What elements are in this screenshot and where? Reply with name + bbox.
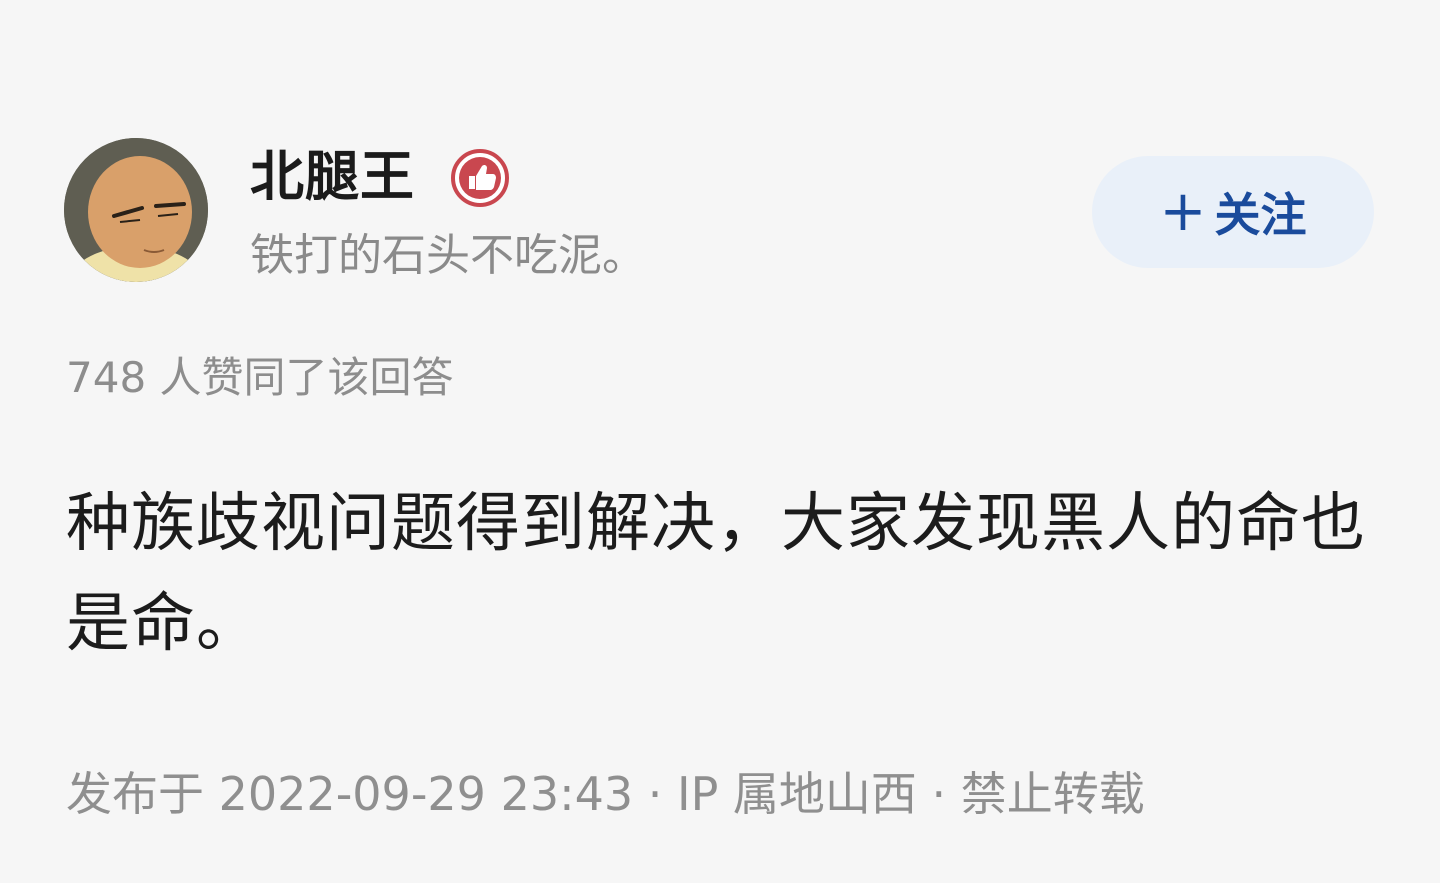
avatar-image (64, 138, 208, 282)
author-bio: 铁打的石头不吃泥。 (250, 230, 646, 281)
answer-card: 北腿王 铁打的石头不吃泥。 + 关注 748 人赞同了该回答 种族歧视问题得到解… (0, 0, 1440, 883)
answer-text: 种族歧视问题得到解决，大家发现黑人的命也是命。 (66, 487, 1366, 661)
follow-button-label: 关注 (1214, 188, 1307, 242)
publish-meta: 发布于 2022-09-29 23:43 · IP 属地山西 · 禁止转载 (66, 767, 1145, 821)
author-avatar[interactable] (64, 138, 208, 282)
plus-icon: + (1159, 179, 1207, 244)
follow-button[interactable]: + 关注 (1092, 156, 1374, 268)
thumbs-up-badge-icon (450, 148, 510, 208)
author-name[interactable]: 北腿王 (250, 142, 415, 212)
upvote-count: 748 人赞同了该回答 (66, 353, 454, 402)
